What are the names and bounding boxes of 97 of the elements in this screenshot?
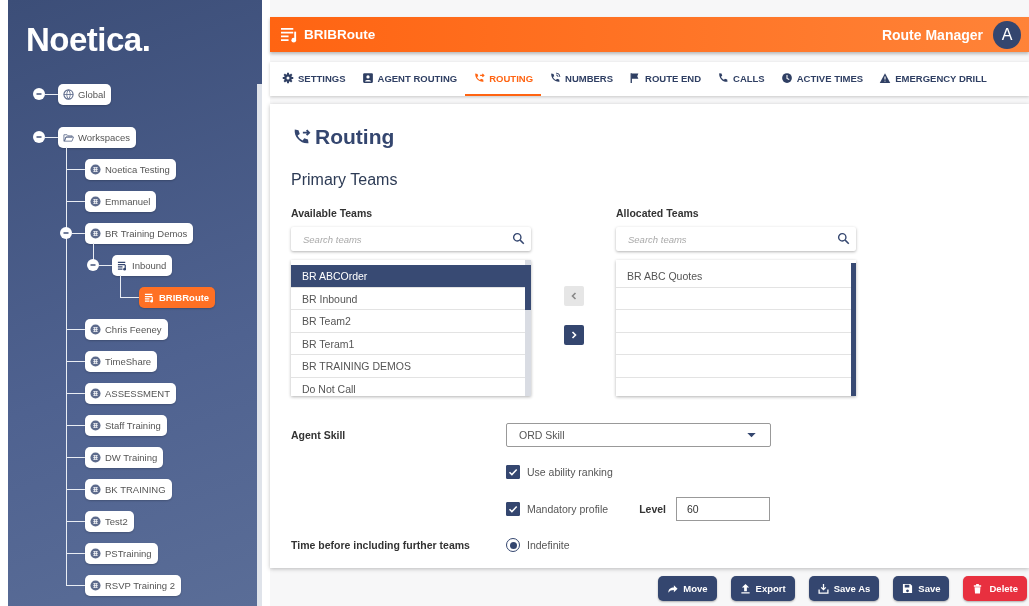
level-field[interactable]: 60 [676, 497, 770, 521]
collapse-toggle[interactable] [33, 131, 45, 143]
tree-item[interactable]: BR Training Demos [85, 222, 194, 244]
tree-item[interactable]: Chris Feeney [85, 318, 168, 340]
list-item[interactable]: BR ABCOrder [291, 265, 525, 288]
field-label: Time before including further teams [291, 539, 471, 551]
warning-icon [879, 72, 892, 84]
tree-item[interactable]: TimeShare [85, 350, 158, 372]
tab[interactable]: ROUTE END [621, 62, 709, 96]
scrollbar[interactable] [525, 260, 531, 396]
tree-item[interactable]: Global [58, 83, 112, 105]
minus-icon [62, 229, 70, 237]
tree-item[interactable]: PSTraining [85, 542, 158, 564]
tab[interactable]: ACTIVE TIMES [772, 62, 872, 96]
logo: Noetica. [25, 20, 151, 60]
tab[interactable]: EMERGENCY DRILL [871, 62, 995, 96]
grid-circle-icon [90, 195, 101, 207]
list-label: Allocated Teams [616, 207, 700, 221]
phone-ring-icon [549, 72, 562, 84]
search-field[interactable]: Search teams [291, 227, 531, 251]
scrollbar[interactable] [851, 263, 856, 396]
tab[interactable]: NUMBERS [541, 62, 622, 96]
scrollbar[interactable] [257, 84, 262, 606]
playlist-icon [144, 291, 155, 303]
grid-circle-icon [90, 547, 101, 559]
grid-circle-icon [90, 419, 101, 431]
search-icon [837, 232, 850, 245]
list-item[interactable]: BR Team2 [291, 310, 525, 333]
list-item[interactable]: BR Teram1 [291, 332, 525, 355]
move-button[interactable]: Move [658, 575, 717, 601]
collapse-toggle[interactable] [33, 88, 45, 100]
check-icon [507, 503, 519, 515]
download-icon [817, 582, 829, 594]
grid-circle-icon [90, 483, 101, 495]
tree-item[interactable]: Noetica Testing [85, 158, 176, 180]
tree-item[interactable]: ASSESSMENT [85, 382, 176, 404]
tree-item[interactable]: Workspaces [58, 126, 137, 148]
tab[interactable]: SETTINGS [274, 62, 354, 96]
clock-icon [780, 72, 793, 84]
tab[interactable]: CALLS [709, 62, 773, 96]
grid-circle-icon [90, 227, 101, 239]
app-name: Route Manager [881, 26, 983, 43]
id-card-icon [361, 72, 374, 84]
field-label: Agent Skill [291, 429, 347, 441]
collapse-toggle[interactable] [60, 227, 72, 239]
skill-dropdown[interactable]: ORD Skill [506, 423, 771, 447]
list-item[interactable]: BR Inbound [291, 287, 525, 310]
upload-icon [739, 582, 751, 594]
phone-icon [717, 72, 729, 84]
move-right-button[interactable] [563, 325, 584, 345]
tree-item[interactable]: Emmanuel [85, 190, 157, 212]
radio-label: Indefinite [527, 539, 570, 551]
tree-item[interactable]: RSVP Training 2 [85, 574, 182, 596]
checkbox[interactable] [506, 465, 520, 479]
list-item[interactable]: BR ABC Quotes [616, 265, 851, 288]
page-title: Routing [315, 125, 395, 149]
section-title: Primary Teams [291, 170, 399, 190]
route-title: BRIBRoute [304, 27, 376, 42]
grid-circle-icon [90, 323, 101, 335]
tab[interactable]: AGENT ROUTING [353, 62, 466, 96]
tree-item[interactable]: DW Training [85, 446, 164, 468]
phone-forward-icon [473, 72, 486, 84]
save-button[interactable]: Save [893, 575, 950, 601]
checkbox-label: Mandatory profile [527, 503, 609, 515]
tree-item[interactable]: BK TRAINING [85, 478, 172, 500]
checkbox-label: Use ability ranking [527, 466, 613, 478]
tree-item[interactable]: Inbound [112, 254, 173, 276]
checkbox[interactable] [506, 502, 520, 516]
grid-circle-icon [90, 355, 101, 367]
check-icon [507, 466, 519, 478]
search-field[interactable]: Search teams [616, 227, 856, 251]
grid-circle-icon [90, 579, 101, 591]
grid-circle-icon [90, 387, 101, 399]
export-button[interactable]: Export [730, 575, 795, 601]
search-icon [512, 232, 525, 245]
minus-icon [89, 261, 97, 269]
delete-button[interactable]: Delete [963, 575, 1027, 601]
save-as-button[interactable]: Save As [808, 575, 880, 601]
settings-icon [282, 72, 294, 84]
grid-circle-icon [90, 163, 101, 175]
minus-icon [35, 133, 43, 141]
user-avatar[interactable]: A [993, 20, 1021, 49]
trash-icon [972, 582, 984, 594]
field-label: Level [639, 503, 666, 515]
tree-item[interactable]: Staff Training [85, 414, 167, 436]
globe-icon [63, 88, 74, 100]
list-label: Available Teams [291, 207, 374, 221]
minus-icon [35, 90, 43, 98]
tree-item[interactable]: Test2 [85, 510, 134, 532]
grid-circle-icon [90, 451, 101, 463]
playlist-icon [280, 26, 299, 43]
playlist-icon [117, 259, 128, 271]
folder-icon [63, 131, 74, 143]
list-item[interactable]: BR TRAINING DEMOS [291, 355, 525, 378]
collapse-toggle[interactable] [87, 259, 99, 271]
grid-circle-icon [90, 515, 101, 527]
caret-icon [747, 432, 756, 438]
